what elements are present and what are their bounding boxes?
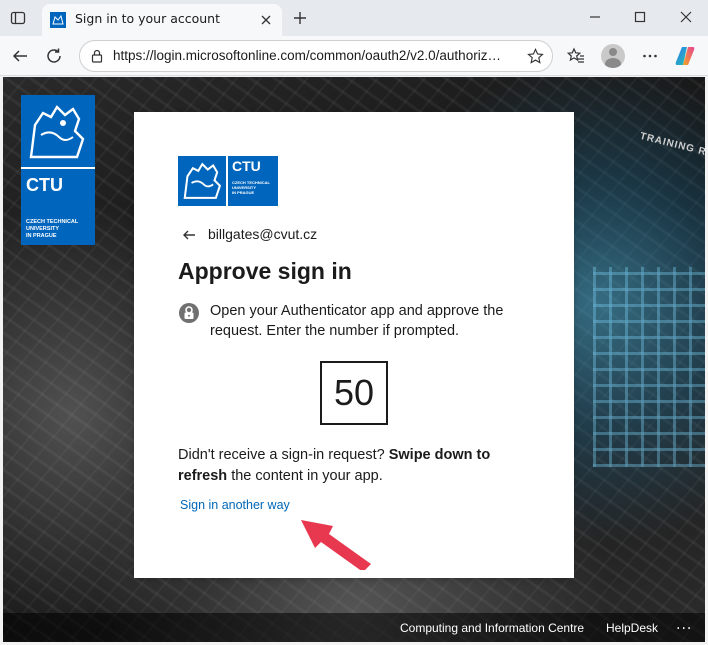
- address-bar[interactable]: https://login.microsoftonline.com/common…: [79, 40, 553, 72]
- logo-ctu-text: CTU: [26, 175, 63, 195]
- active-tab[interactable]: Sign in to your account: [42, 4, 282, 36]
- favorites-icon: [567, 47, 584, 63]
- back-arrow-icon: [183, 230, 195, 240]
- refresh-button[interactable]: [40, 42, 68, 70]
- copilot-icon[interactable]: [673, 44, 697, 68]
- maximize-icon: [634, 11, 646, 23]
- page-title: Approve sign in: [178, 258, 352, 284]
- browser-toolbar: https://login.microsoftonline.com/common…: [0, 36, 708, 76]
- page-footer: Computing and Information Centre HelpDes…: [3, 613, 705, 642]
- favorite-star-icon: [526, 47, 544, 64]
- ctu-logo: CTU CZECH TECHNICAL UNIVERSITY IN PRAGUE: [178, 156, 278, 206]
- favicon-icon: [50, 12, 66, 28]
- lion-emblem-icon: [21, 95, 95, 169]
- card-logo-subtitle-text: CZECH TECHNICAL UNIVERSITY IN PRAGUE: [232, 180, 270, 195]
- refresh-icon: [47, 48, 61, 63]
- card-logo-ctu-text: CTU: [232, 158, 261, 174]
- site-info-button[interactable]: [87, 46, 107, 66]
- identity-back-button[interactable]: [178, 224, 200, 246]
- background-photo-detail: [593, 267, 705, 467]
- close-window-button[interactable]: [666, 4, 706, 30]
- maximize-button[interactable]: [620, 4, 660, 30]
- sign-in-card: CTU CZECH TECHNICAL UNIVERSITY IN PRAGUE…: [134, 112, 574, 578]
- back-icon: [12, 50, 27, 62]
- profile-icon[interactable]: [601, 44, 625, 68]
- match-number: 50: [320, 361, 388, 425]
- close-window-icon: [680, 11, 692, 23]
- settings-more-icon: [643, 54, 657, 58]
- lion-emblem-small-icon: [178, 156, 228, 206]
- authenticator-lock-icon: [179, 303, 199, 323]
- tab-actions-button[interactable]: [6, 6, 30, 30]
- footer-link-helpdesk[interactable]: HelpDesk: [606, 621, 658, 635]
- url-text[interactable]: https://login.microsoftonline.com/common…: [113, 48, 503, 63]
- page-background: TRAINING R CTU CZECH TECHNICAL UNIVERSIT…: [3, 77, 705, 642]
- lock-icon: [91, 49, 103, 63]
- logo-subtitle-text: CZECH TECHNICAL UNIVERSITY IN PRAGUE: [26, 219, 79, 239]
- close-tab-button[interactable]: [256, 10, 276, 30]
- footer-link-computing-centre[interactable]: Computing and Information Centre: [400, 621, 584, 635]
- tab-title: Sign in to your account: [75, 11, 221, 26]
- account-identity: billgates@cvut.cz: [208, 226, 318, 242]
- new-tab-icon: [294, 12, 306, 24]
- minimize-button[interactable]: [575, 4, 615, 30]
- close-tab-icon: [261, 15, 271, 25]
- back-button[interactable]: [6, 42, 34, 70]
- tab-actions-icon: [10, 11, 26, 25]
- help-text-suffix: the content in your app.: [227, 468, 383, 484]
- sign-in-another-way-link[interactable]: Sign in another way: [180, 498, 290, 512]
- help-text-prefix: Didn't receive a sign-in request?: [178, 447, 389, 463]
- new-tab-button[interactable]: [288, 6, 312, 30]
- tab-strip: Sign in to your account: [0, 0, 708, 36]
- favorites-button[interactable]: [562, 42, 590, 70]
- footer-more-icon[interactable]: ...: [676, 617, 692, 633]
- minimize-icon: [590, 16, 600, 18]
- settings-more-button[interactable]: [636, 42, 664, 70]
- ctu-logo-large: CTU CZECH TECHNICAL UNIVERSITY IN PRAGUE: [21, 95, 95, 245]
- background-sign-text: TRAINING R: [638, 130, 705, 159]
- favorite-button[interactable]: [524, 45, 546, 67]
- red-arrow-annotation-icon: [301, 520, 371, 570]
- approve-instructions: Open your Authenticator app and approve …: [210, 303, 504, 339]
- help-text: Didn't receive a sign-in request? Swipe …: [178, 445, 538, 487]
